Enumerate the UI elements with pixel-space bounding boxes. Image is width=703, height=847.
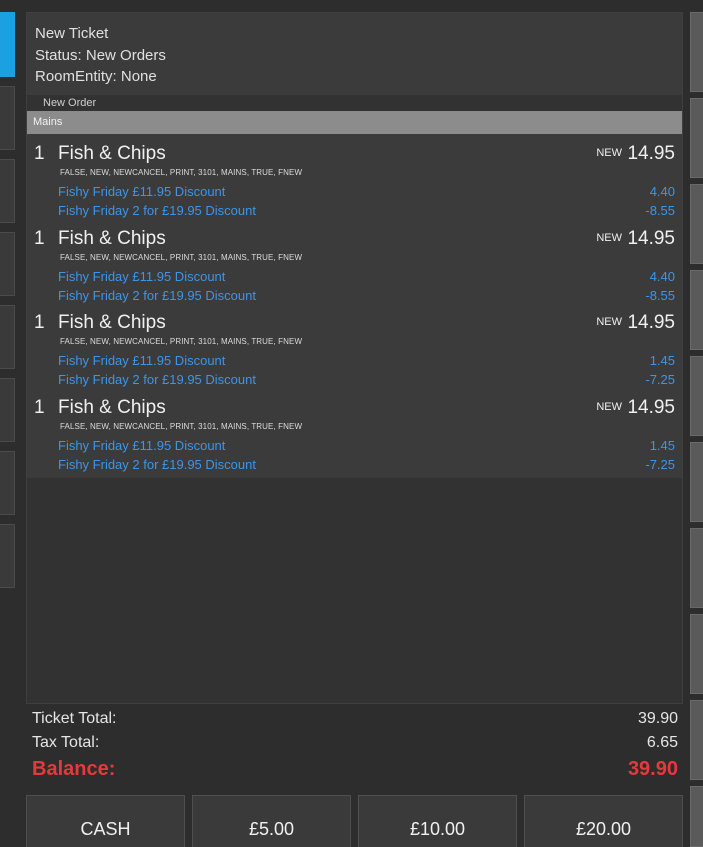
line-qty: 1 xyxy=(34,227,45,249)
right-button[interactable] xyxy=(690,528,703,608)
discount-value: 1.45 xyxy=(649,353,675,368)
right-button[interactable] xyxy=(690,614,703,694)
left-button[interactable] xyxy=(0,305,15,369)
line-qty: 1 xyxy=(34,396,45,418)
right-button-strip xyxy=(690,12,703,847)
order-line[interactable]: 1 Fish & Chips FALSE, NEW, NEWCANCEL, PR… xyxy=(27,225,682,310)
pay-20-button[interactable]: £20.00 xyxy=(524,795,683,847)
discount-value: 4.40 xyxy=(649,184,675,199)
line-item-name: Fish & Chips xyxy=(58,396,166,418)
line-state: NEW xyxy=(596,147,622,159)
discount-label: Fishy Friday £11.95 Discount xyxy=(58,437,226,453)
line-tags: FALSE, NEW, NEWCANCEL, PRINT, 3101, MAIN… xyxy=(60,337,303,346)
line-item-name: Fish & Chips xyxy=(58,312,166,333)
order-line[interactable]: 1 Fish & Chips FALSE, NEW, NEWCANCEL, PR… xyxy=(27,394,682,479)
pos-screen: New Ticket Status: New Orders RoomEntity… xyxy=(0,0,703,847)
line-tags: FALSE, NEW, NEWCANCEL, PRINT, 3101, MAIN… xyxy=(60,252,303,262)
discount-value: -8.55 xyxy=(645,287,675,303)
tax-total-row: Tax Total: 6.65 xyxy=(32,734,678,758)
line-state: NEW xyxy=(596,316,622,328)
tax-total-value: 6.65 xyxy=(646,734,678,751)
discount-label: Fishy Friday £11.95 Discount xyxy=(58,268,226,284)
ticket-total-label: Ticket Total: xyxy=(32,710,117,727)
line-price: 14.95 xyxy=(627,227,675,249)
discount-label: Fishy Friday £11.95 Discount xyxy=(58,184,226,199)
ticket-title: New Ticket xyxy=(35,25,109,42)
line-item-name: Fish & Chips xyxy=(58,227,166,249)
line-tags: FALSE, NEW, NEWCANCEL, PRINT, 3101, MAIN… xyxy=(60,168,303,177)
balance-row: Balance: 39.90 xyxy=(32,758,678,782)
right-button[interactable] xyxy=(690,270,703,350)
ticket-totals: Ticket Total: 39.90 Tax Total: 6.65 Bala… xyxy=(32,710,678,782)
pay-5-button[interactable]: £5.00 xyxy=(192,795,351,847)
left-button-strip xyxy=(0,12,15,847)
line-price: 14.95 xyxy=(627,396,675,418)
discount-value: 4.40 xyxy=(649,268,675,284)
right-button[interactable] xyxy=(690,12,703,92)
discount-label: Fishy Friday 2 for £19.95 Discount xyxy=(58,372,256,387)
cash-button[interactable]: CASH xyxy=(26,795,185,847)
left-button[interactable] xyxy=(0,524,15,588)
right-button[interactable] xyxy=(690,700,703,780)
line-state: NEW xyxy=(596,231,622,244)
left-button[interactable] xyxy=(0,86,15,150)
line-price: 14.95 xyxy=(627,143,675,164)
order-line[interactable]: 1 Fish & Chips FALSE, NEW, NEWCANCEL, PR… xyxy=(27,140,682,225)
order-label: New Order xyxy=(43,97,97,109)
left-button[interactable] xyxy=(0,232,15,296)
discount-label: Fishy Friday 2 for £19.95 Discount xyxy=(58,203,256,218)
ticket-total-value: 39.90 xyxy=(637,710,678,727)
discount-value: -8.55 xyxy=(645,203,675,218)
payment-buttons: CASH £5.00 £10.00 £20.00 xyxy=(26,795,684,847)
discount-value: 1.45 xyxy=(649,437,675,453)
right-button[interactable] xyxy=(690,356,703,436)
tax-total-label: Tax Total: xyxy=(32,734,100,751)
ticket-room-entity: RoomEntity: None xyxy=(35,68,157,85)
right-button[interactable] xyxy=(690,98,703,178)
discount-label: Fishy Friday £11.95 Discount xyxy=(58,353,226,368)
right-button[interactable] xyxy=(690,184,703,264)
line-state: NEW xyxy=(596,400,622,413)
group-header[interactable]: Mains xyxy=(27,111,682,134)
pay-10-button[interactable]: £10.00 xyxy=(358,795,517,847)
line-tags: FALSE, NEW, NEWCANCEL, PRINT, 3101, MAIN… xyxy=(60,421,303,431)
line-price: 14.95 xyxy=(627,312,675,333)
balance-label: Balance: xyxy=(32,758,116,780)
line-qty: 1 xyxy=(34,312,45,333)
left-button[interactable] xyxy=(0,451,15,515)
line-item-name: Fish & Chips xyxy=(58,143,166,164)
balance-value: 39.90 xyxy=(627,758,678,780)
order-line[interactable]: 1 Fish & Chips FALSE, NEW, NEWCANCEL, PR… xyxy=(27,309,682,394)
ticket-status: Status: New Orders xyxy=(35,46,166,64)
ticket-header: New Ticket Status: New Orders RoomEntity… xyxy=(27,13,682,95)
line-qty: 1 xyxy=(34,143,45,164)
discount-label: Fishy Friday 2 for £19.95 Discount xyxy=(58,456,256,472)
left-button[interactable] xyxy=(0,159,15,223)
left-button[interactable] xyxy=(0,378,15,442)
order-lines: 1 Fish & Chips FALSE, NEW, NEWCANCEL, PR… xyxy=(27,134,682,478)
right-button[interactable] xyxy=(690,442,703,522)
discount-value: -7.25 xyxy=(645,456,675,472)
discount-label: Fishy Friday 2 for £19.95 Discount xyxy=(58,287,256,303)
ticket-total-row: Ticket Total: 39.90 xyxy=(32,710,678,734)
discount-value: -7.25 xyxy=(645,372,675,387)
ticket-panel: New Ticket Status: New Orders RoomEntity… xyxy=(26,12,683,704)
left-active-button[interactable] xyxy=(0,12,15,77)
right-button[interactable] xyxy=(690,786,703,847)
